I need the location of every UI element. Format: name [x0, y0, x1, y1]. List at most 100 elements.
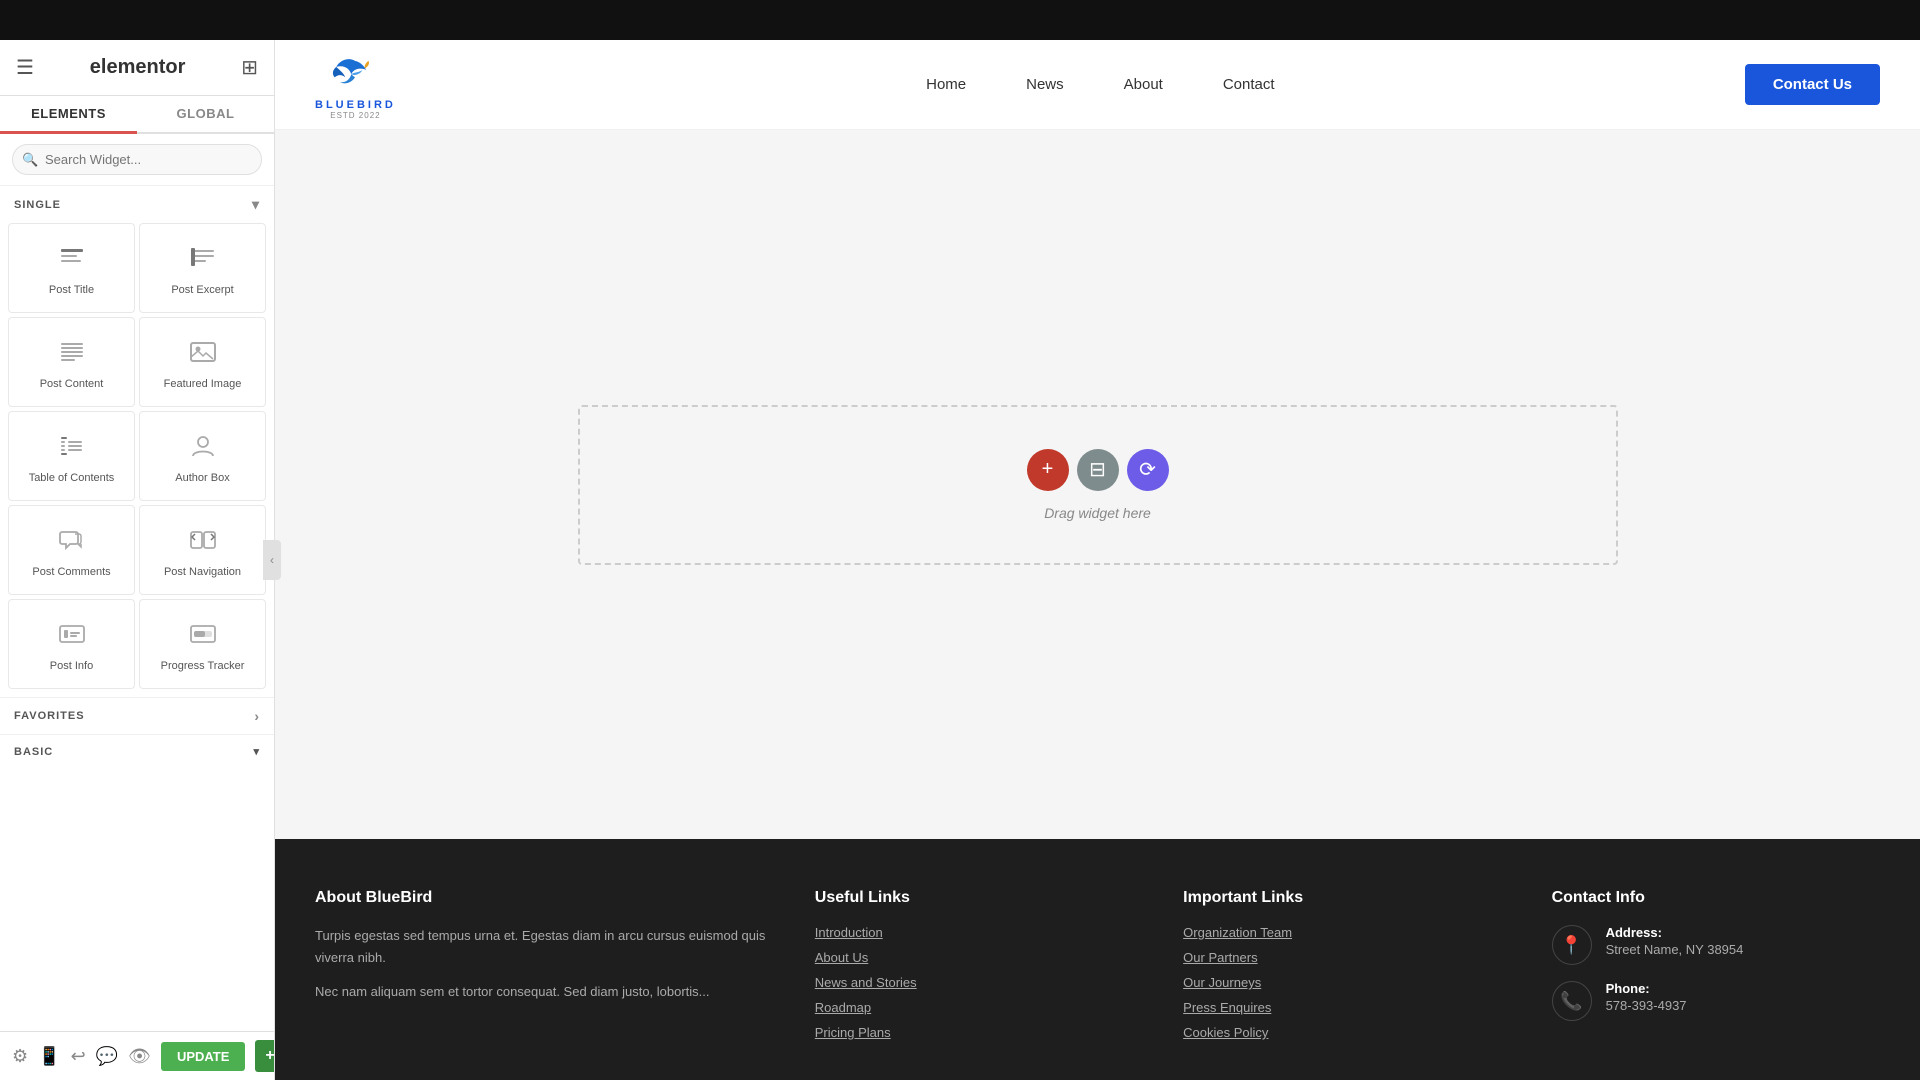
copy-button[interactable]: ⊟	[1077, 449, 1119, 491]
contact-us-button[interactable]: Contact Us	[1745, 64, 1880, 105]
search-input[interactable]	[12, 144, 262, 175]
address-value: Street Name, NY 38954	[1606, 942, 1744, 957]
widget-post-navigation[interactable]: Post Navigation	[139, 505, 266, 595]
widget-progress-tracker[interactable]: Progress Tracker	[139, 599, 266, 689]
widgets-grid: Post Title Post Excerpt	[0, 219, 274, 697]
sidebar-collapse-handle[interactable]: ‹	[263, 540, 281, 580]
preview-icon[interactable]: 👁	[128, 1046, 151, 1067]
post-info-label: Post Info	[50, 660, 93, 672]
favorites-section[interactable]: FAVORITES ›	[0, 697, 274, 734]
search-icon: 🔍	[22, 152, 38, 168]
widget-table-of-contents[interactable]: Table of Contents	[8, 411, 135, 501]
widget-post-excerpt[interactable]: Post Excerpt	[139, 223, 266, 313]
important-link-org-team[interactable]: Organization Team	[1183, 925, 1511, 940]
footer-about-text2: Nec nam aliquam sem et tortor consequat.…	[315, 981, 775, 1003]
favorites-label: FAVORITES	[14, 710, 85, 722]
single-label: SINGLE	[14, 199, 61, 211]
post-comments-icon	[58, 526, 86, 558]
address-label: Address:	[1606, 925, 1744, 940]
basic-chevron-icon: ▾	[253, 745, 260, 758]
settings-icon[interactable]: ⚙	[12, 1046, 28, 1067]
drop-zone-label: Drag widget here	[1044, 505, 1151, 521]
tab-elements[interactable]: ELEMENTS	[0, 96, 137, 134]
widget-author-box[interactable]: Author Box	[139, 411, 266, 501]
grid-icon[interactable]: ⊞	[241, 55, 258, 80]
author-box-icon	[189, 432, 217, 464]
revisions-icon[interactable]: 💬	[96, 1046, 118, 1067]
main-content-section: + ⊟ ⟳ Drag widget here	[275, 130, 1920, 839]
drop-zone-buttons: + ⊟ ⟳	[1027, 449, 1169, 491]
nav-links: Home News About Contact	[456, 76, 1745, 93]
footer-about-text1: Turpis egestas sed tempus urna et. Egest…	[315, 925, 775, 969]
nav-contact[interactable]: Contact	[1223, 76, 1275, 93]
widget-post-content[interactable]: Post Content	[8, 317, 135, 407]
nav-home[interactable]: Home	[926, 76, 966, 93]
post-title-icon	[58, 244, 86, 276]
site-logo: BLUEBIRD ESTD 2022	[315, 49, 396, 120]
phone-value: 578-393-4937	[1606, 998, 1687, 1013]
address-icon: 📍	[1552, 925, 1592, 965]
important-link-journeys[interactable]: Our Journeys	[1183, 975, 1511, 990]
featured-image-label: Featured Image	[164, 378, 242, 390]
sidebar-tabs: ELEMENTS GLOBAL	[0, 96, 274, 134]
toggle-icon[interactable]: ▾	[252, 196, 260, 213]
update-button[interactable]: UPDATE	[161, 1042, 245, 1071]
widget-post-info[interactable]: Post Info	[8, 599, 135, 689]
site-nav: BLUEBIRD ESTD 2022 Home News About Conta…	[275, 40, 1920, 130]
widget-featured-image[interactable]: Featured Image	[139, 317, 266, 407]
footer-important-links-col: Important Links Organization Team Our Pa…	[1183, 889, 1511, 1050]
add-widget-button[interactable]: +	[1027, 449, 1069, 491]
useful-link-introduction[interactable]: Introduction	[815, 925, 1143, 940]
important-link-partners[interactable]: Our Partners	[1183, 950, 1511, 965]
post-excerpt-icon	[189, 244, 217, 276]
hamburger-icon[interactable]: ☰	[16, 55, 34, 80]
responsive-icon[interactable]: 📱	[38, 1046, 60, 1067]
footer-about-col: About BlueBird Turpis egestas sed tempus…	[315, 889, 775, 1050]
post-excerpt-label: Post Excerpt	[171, 284, 233, 296]
bluebird-logo-icon	[325, 49, 385, 99]
footer-about-title: About BlueBird	[315, 889, 775, 907]
widget-post-title[interactable]: Post Title	[8, 223, 135, 313]
footer-important-title: Important Links	[1183, 889, 1511, 907]
useful-link-news-stories[interactable]: News and Stories	[815, 975, 1143, 990]
sidebar-bottom-toolbar: ⚙ 📱 ↩ 💬 👁 UPDATE +	[0, 1031, 274, 1080]
settings-widget-button[interactable]: ⟳	[1127, 449, 1169, 491]
phone-info: Phone: 578-393-4937	[1606, 981, 1687, 1013]
important-link-cookies[interactable]: Cookies Policy	[1183, 1025, 1511, 1040]
table-of-contents-label: Table of Contents	[29, 472, 115, 484]
undo-icon[interactable]: ↩	[71, 1046, 86, 1067]
post-navigation-label: Post Navigation	[164, 566, 241, 578]
site-footer: About BlueBird Turpis egestas sed tempus…	[275, 839, 1920, 1080]
widget-post-comments[interactable]: Post Comments	[8, 505, 135, 595]
progress-tracker-icon	[189, 620, 217, 652]
useful-link-pricing[interactable]: Pricing Plans	[815, 1025, 1143, 1040]
post-content-icon	[58, 338, 86, 370]
tab-global[interactable]: GLOBAL	[137, 96, 274, 132]
logo-sub: ESTD 2022	[330, 111, 380, 120]
nav-about[interactable]: About	[1124, 76, 1163, 93]
important-link-press[interactable]: Press Enquires	[1183, 1000, 1511, 1015]
single-section-header: SINGLE ▾	[0, 186, 274, 219]
content-area: BLUEBIRD ESTD 2022 Home News About Conta…	[275, 40, 1920, 1080]
sidebar: ☰ elementor ⊞ ELEMENTS GLOBAL 🔍 SINGLE ▾	[0, 40, 275, 1080]
table-of-contents-icon	[58, 432, 86, 464]
post-title-label: Post Title	[49, 284, 94, 296]
update-plus-button[interactable]: +	[255, 1040, 275, 1072]
phone-label: Phone:	[1606, 981, 1687, 996]
useful-link-about-us[interactable]: About Us	[815, 950, 1143, 965]
footer-contact-col: Contact Info 📍 Address: Street Name, NY …	[1552, 889, 1880, 1050]
footer-contact-title: Contact Info	[1552, 889, 1880, 907]
favorites-chevron-icon: ›	[254, 708, 260, 724]
footer-useful-links-col: Useful Links Introduction About Us News …	[815, 889, 1143, 1050]
footer-useful-title: Useful Links	[815, 889, 1143, 907]
sidebar-header: ☰ elementor ⊞	[0, 40, 274, 96]
post-info-icon	[58, 620, 86, 652]
search-bar: 🔍	[0, 134, 274, 186]
drop-zone[interactable]: + ⊟ ⟳ Drag widget here	[578, 405, 1618, 565]
basic-section[interactable]: BASIC ▾	[0, 734, 274, 768]
post-navigation-icon	[189, 526, 217, 558]
nav-news[interactable]: News	[1026, 76, 1064, 93]
footer-grid: About BlueBird Turpis egestas sed tempus…	[315, 889, 1880, 1050]
useful-link-roadmap[interactable]: Roadmap	[815, 1000, 1143, 1015]
address-info: Address: Street Name, NY 38954	[1606, 925, 1744, 957]
